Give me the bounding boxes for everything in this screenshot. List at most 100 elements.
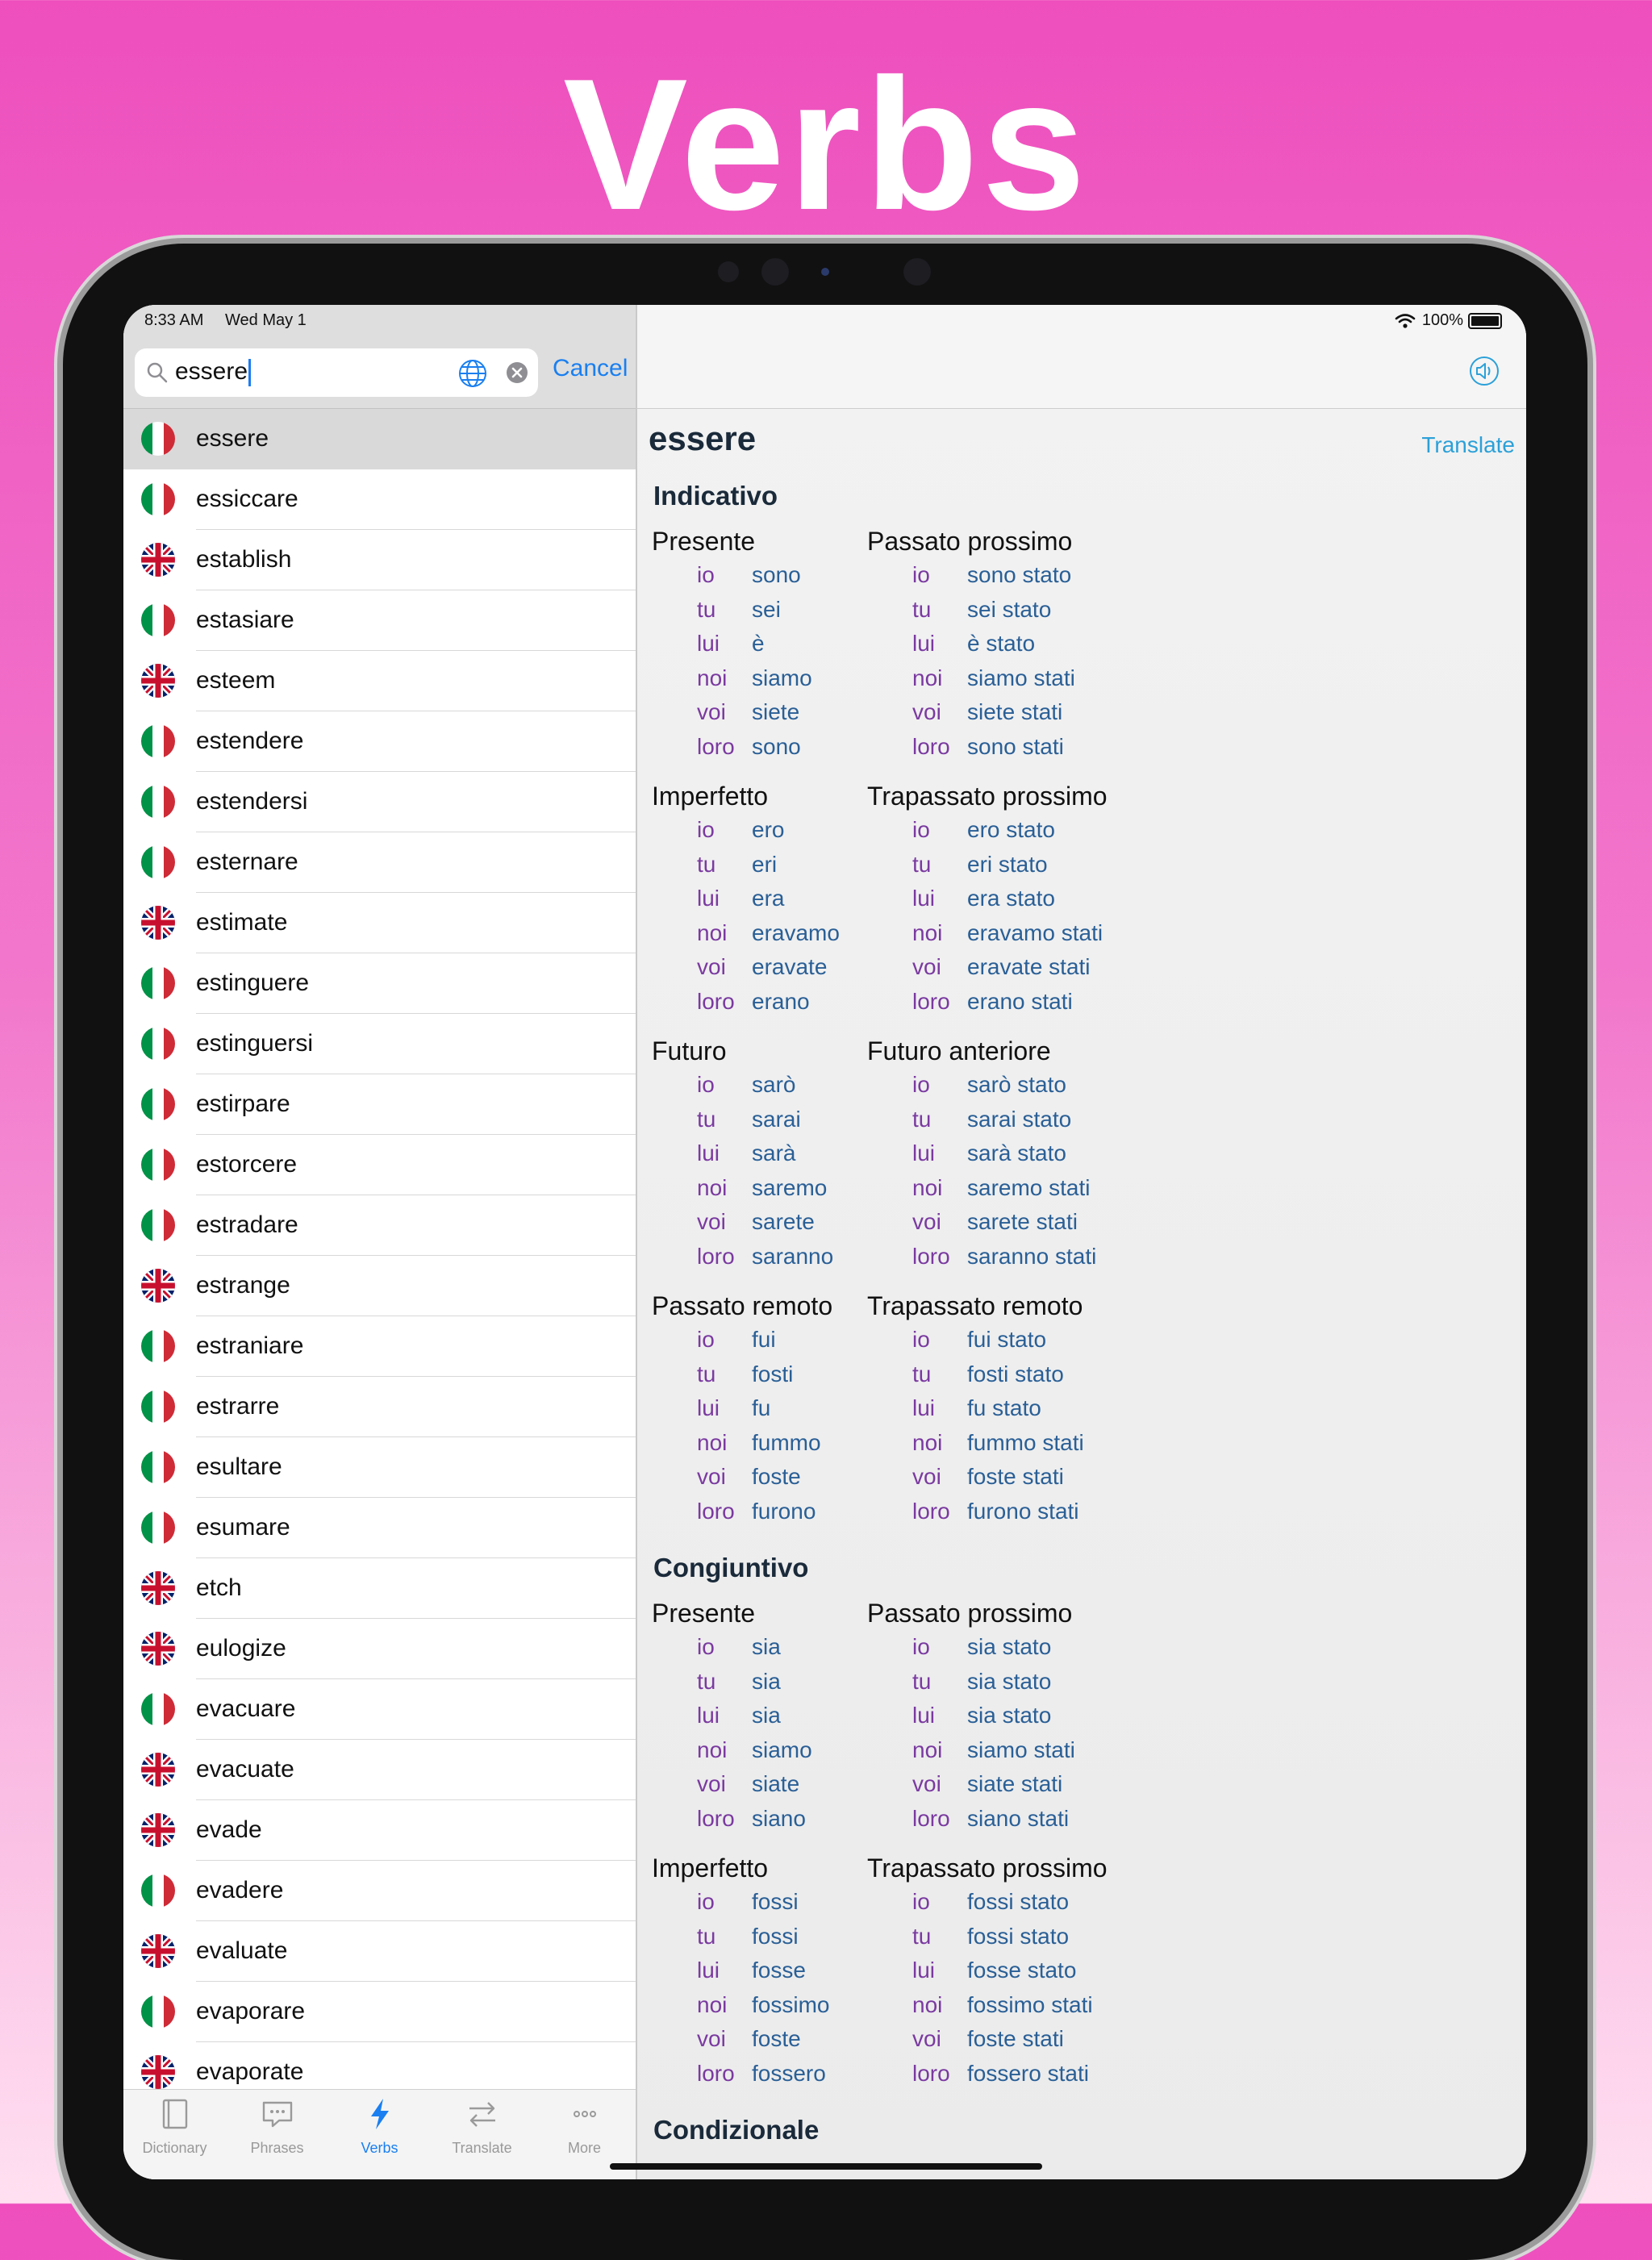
list-item[interactable]: estraniare [123,1316,636,1377]
tense-heading: Imperfetto [652,1853,769,1883]
verb-form: fosse stato [967,1958,1077,1983]
pronoun-label: noi [912,1429,943,1455]
list-item[interactable]: essiccare [123,469,636,530]
italian-flag-icon [141,845,175,879]
list-item[interactable]: estendersi [123,772,636,832]
globe-icon[interactable] [457,358,488,389]
uk-flag-icon [141,1571,175,1605]
list-item[interactable]: estorcere [123,1135,636,1195]
tab-verbs[interactable]: Verbs [328,2090,431,2179]
pronoun-label: noi [912,1174,943,1200]
search-input[interactable]: essere [175,358,252,387]
list-item[interactable]: esultare [123,1437,636,1498]
italian-flag-icon [141,1511,175,1545]
pronoun-label: noi [697,919,728,945]
verb-form: sia [752,1703,781,1728]
italian-flag-icon [141,1995,175,2029]
list-item[interactable]: evaporare [123,1982,636,2042]
pronoun-label: io [697,817,715,842]
verb-form: sia stato [967,1703,1052,1728]
status-date: Wed May 1 [225,311,307,329]
italian-flag-icon [141,1208,175,1242]
list-item[interactable]: estimate [123,893,636,953]
verb-form: era [752,886,785,911]
camera-dot-icon [821,268,829,276]
list-item[interactable]: evaluate [123,1921,636,1982]
pronoun-label: voi [912,2026,941,2051]
verb-form: fui [752,1327,776,1352]
cancel-button[interactable]: Cancel [553,355,628,382]
list-item[interactable]: essere [123,409,636,469]
list-item-word: evade [196,1816,262,1843]
verb-form: siano [752,1805,806,1831]
pronoun-label: noi [912,665,943,690]
list-item-word: estraniare [196,1332,304,1359]
pronoun-label: lui [697,1958,720,1983]
list-item[interactable]: estradare [123,1195,636,1256]
pronoun-label: tu [912,1106,932,1132]
pronoun-label: voi [697,2026,726,2051]
tense-heading: Passato prossimo [867,527,1073,556]
pronoun-label: noi [697,1174,728,1200]
pronoun-label: io [912,1327,930,1352]
list-item[interactable]: esternare [123,832,636,893]
list-item-word: eulogize [196,1635,286,1662]
clear-search-icon[interactable] [506,361,528,384]
list-item[interactable]: estinguere [123,953,636,1014]
list-item[interactable]: esteem [123,651,636,711]
tab-label: More [567,2140,601,2156]
pronoun-label: loro [697,1805,735,1831]
tab-phrases[interactable]: Phrases [226,2090,328,2179]
tab-translate[interactable]: Translate [431,2090,533,2179]
verb-form: fosse [752,1958,806,1983]
list-item[interactable]: eulogize [123,1619,636,1679]
pronoun-label: voi [912,1209,941,1234]
pronoun-label: tu [697,1923,716,1949]
verb-form: eri [752,851,778,877]
list-item[interactable]: estrange [123,1256,636,1316]
list-item-word: evaporare [196,1998,306,2024]
list-item[interactable]: estinguersi [123,1014,636,1074]
verb-form: saranno stati [967,1243,1097,1269]
list-item-word: evadere [196,1877,284,1903]
verb-form: fosti stato [967,1361,1064,1386]
speaker-icon[interactable] [1468,355,1500,387]
pronoun-label: lui [697,886,720,911]
list-item[interactable]: etch [123,1558,636,1619]
hero-title: Verbs [563,40,1089,249]
search-field[interactable]: essere [135,348,538,397]
list-item[interactable]: evacuare [123,1679,636,1740]
verb-form: eravate [752,954,828,979]
list-item[interactable]: esumare [123,1498,636,1558]
verb-form: sarai [752,1106,801,1132]
italian-flag-icon [141,1329,175,1363]
translate-link[interactable]: Translate [1421,432,1515,458]
pronoun-label: io [912,817,930,842]
list-item-word: evacuare [196,1695,296,1722]
verb-form: sarò stato [967,1072,1066,1097]
list-item[interactable]: estrarre [123,1377,636,1437]
pronoun-label: lui [912,1140,936,1165]
tab-dictionary[interactable]: Dictionary [123,2090,226,2179]
list-item[interactable]: estasiare [123,590,636,651]
uk-flag-icon [141,1934,175,1968]
uk-flag-icon [141,1813,175,1847]
list-item-word: establish [196,546,292,573]
pronoun-label: voi [697,1209,726,1234]
pronoun-label: noi [912,919,943,945]
list-item[interactable]: evacuate [123,1740,636,1800]
tense-heading: Passato remoto [652,1291,833,1320]
verb-form: fossi [752,1889,799,1914]
list-item-word: esumare [196,1514,290,1541]
italian-flag-icon [141,785,175,819]
detail-header: 100% [637,305,1526,409]
list-item[interactable]: evade [123,1800,636,1861]
list-item[interactable]: establish [123,530,636,590]
list-item[interactable]: estendere [123,711,636,772]
pronoun-label: tu [912,1668,932,1694]
search-input-text: essere [175,358,248,385]
verb-form: sarà [752,1140,796,1165]
italian-flag-icon [141,1874,175,1908]
list-item[interactable]: estirpare [123,1074,636,1135]
list-item[interactable]: evadere [123,1861,636,1921]
